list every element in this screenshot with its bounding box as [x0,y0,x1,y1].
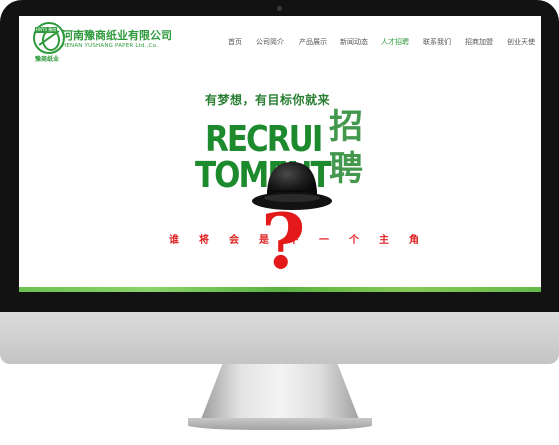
red-question-mark: ? [261,197,306,286]
tagline-char: 将 [199,235,209,246]
company-name-cn[interactable]: 河南豫商纸业有限公司 [62,27,172,43]
website-screen: HNYS 豫商 豫商纸业 河南豫商纸业有限公司 HENAN YUSHANG PA… [19,16,541,292]
nav-item-franchise[interactable]: 招商加盟 [465,37,493,47]
nav-item-careers[interactable]: 人才招聘 [381,37,409,47]
tagline-char: 谁 [169,235,179,246]
tagline-char: 角 [409,235,419,246]
monitor-bezel: HNYS 豫商 豫商纸业 河南豫商纸业有限公司 HENAN YUSHANG PA… [0,0,559,312]
tagline-char: 会 [229,235,239,246]
main-nav: 首页 公司简介 产品展示 新闻动态 人才招聘 联系我们 招商加盟 创业天使 [220,37,538,49]
nav-item-about[interactable]: 公司简介 [256,37,284,47]
monitor-stand [200,364,360,422]
nav-item-news[interactable]: 新闻动态 [340,37,368,47]
logo-badge: HNYS 豫商 [35,27,58,33]
tagline-char: 主 [379,235,389,246]
monitor-base [188,418,372,430]
grass-strip [19,287,541,292]
nav-item-contact[interactable]: 联系我们 [423,37,451,47]
banner-slogan: 有梦想，有目标你就来 [205,93,331,107]
monitor-chin [0,312,559,364]
camera-dot [277,6,282,11]
nav-item-home[interactable]: 首页 [228,37,242,47]
logo-subtitle: 豫商纸业 [35,56,60,63]
company-name-en: HENAN YUSHANG PAPER Ltd.,Co. [62,43,159,49]
tagline-char: 个 [349,235,359,246]
nav-item-products[interactable]: 产品展示 [299,37,327,47]
tagline-char: 一 [319,235,329,246]
nav-item-angel[interactable]: 创业天使 [507,37,535,47]
